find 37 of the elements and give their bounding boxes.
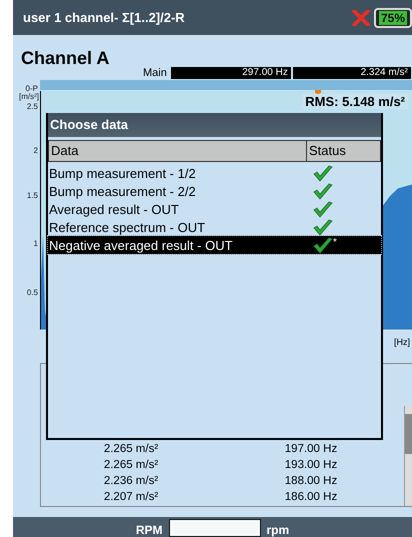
- cross-icon: [352, 10, 370, 26]
- frequency-readout: 297.00 Hz: [170, 67, 291, 79]
- rpm-label: RPM: [136, 523, 162, 537]
- status-note: *: [333, 236, 337, 248]
- list-row[interactable]: Reference spectrum - OUT: [48, 218, 381, 236]
- dialog-title: Choose data: [48, 113, 381, 137]
- table-cell-text: 197.00 Hz: [284, 443, 338, 455]
- table-cell-text: 186.00 Hz: [284, 491, 338, 503]
- list-row[interactable]: Averaged result - OUT: [48, 200, 381, 218]
- scrollbar[interactable]: [404, 406, 412, 506]
- rpm-unit: rpm: [266, 523, 290, 537]
- axis-tick-label: 2.5: [26, 102, 38, 111]
- table-cell-text: 2.207 m/s²: [102, 491, 160, 503]
- list-row[interactable]: Bump measurement - 1/2: [48, 164, 381, 182]
- rpm-field[interactable]: [168, 519, 260, 537]
- channel-title: Channel A: [21, 48, 110, 69]
- amplitude-readout: 2.324 m/s²: [292, 67, 411, 79]
- battery-percent: 75%: [378, 10, 407, 24]
- table-cell-text: 2.236 m/s²: [102, 475, 160, 487]
- axis-unit: [Hz]: [394, 337, 410, 347]
- list-row[interactable]: Bump measurement - 2/2: [48, 182, 381, 200]
- axis-tick-label: 1: [34, 239, 38, 248]
- table-cell-text: 2.265 m/s²: [102, 443, 160, 455]
- axis-unit: [m/s²]: [19, 92, 39, 101]
- table-cell-text: 188.00 Hz: [284, 475, 338, 487]
- axis-tick-label: 1.5: [26, 191, 38, 200]
- column-header[interactable]: Data: [49, 141, 307, 161]
- axis-unit: 0-P: [26, 84, 38, 93]
- list-row[interactable]: Negative averaged result - OUT *: [48, 236, 381, 254]
- rms-value: RMS: 5.148 m/s²: [302, 94, 408, 109]
- axis-tick-label: 2: [34, 146, 38, 155]
- main-label: Main: [143, 67, 167, 79]
- axis-tick-label: 0.5: [26, 288, 38, 297]
- column-header[interactable]: Status: [307, 141, 380, 161]
- table-cell-text: 2.265 m/s²: [102, 459, 160, 471]
- table-cell-text: 193.00 Hz: [284, 459, 338, 471]
- window-title: user 1 channel- Σ[1..2]/2-R: [23, 10, 185, 25]
